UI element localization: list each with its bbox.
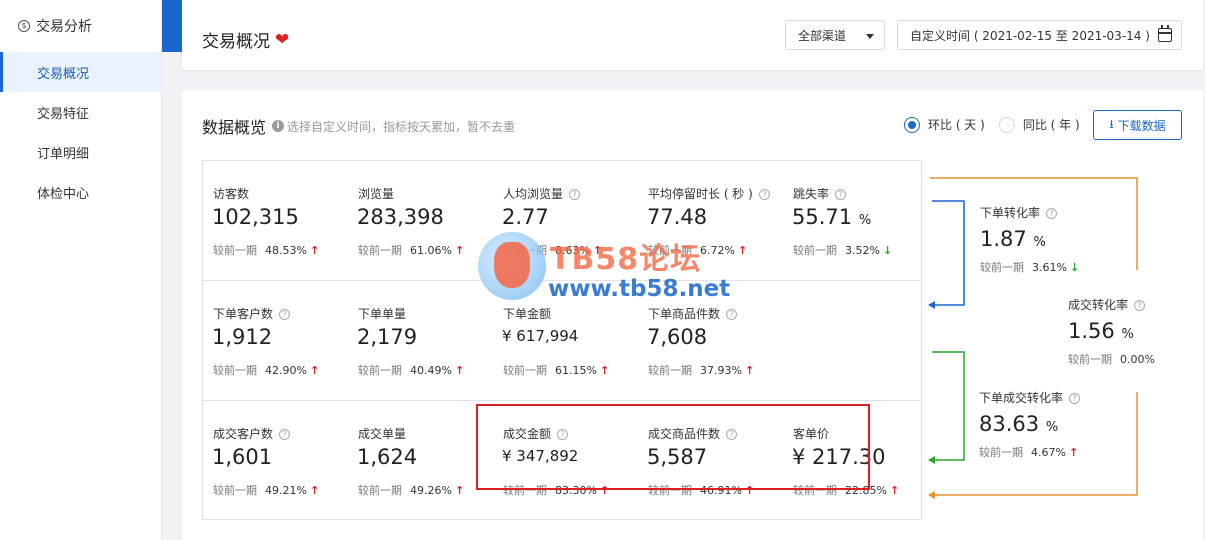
funnel-label: 下单转化率 <box>980 206 1041 220</box>
funnel-order-conversion: 下单转化率? 1.87 % 较前一期 3.61% ↓ <box>980 204 1079 275</box>
arrow-up-icon: ↑ <box>1068 446 1079 459</box>
funnel-unit: % <box>1121 327 1134 342</box>
compare-label: 较前一期 <box>1068 353 1112 366</box>
connector-orange-arrow <box>928 491 935 499</box>
connector-blue-arrow <box>928 301 935 309</box>
funnel-pct: 3.61% <box>1032 261 1067 274</box>
funnel-value: 1.87 <box>980 227 1027 251</box>
funnel-value: 1.56 <box>1068 319 1115 343</box>
funnel-order-deal-conversion: 下单成交转化率? 83.63 % 较前一期 4.67% ↑ <box>979 389 1081 460</box>
arrow-down-icon: ↓ <box>1069 261 1080 274</box>
funnel-pct: 0.00% <box>1120 353 1155 366</box>
compare-label: 较前一期 <box>979 446 1023 459</box>
connector-green-arrow <box>928 456 935 464</box>
funnel-unit: % <box>1045 420 1059 435</box>
funnel-value: 83.63 <box>979 412 1040 436</box>
connector-blue <box>932 200 965 306</box>
help-icon[interactable]: ? <box>1134 300 1146 311</box>
funnel-label: 成交转化率 <box>1068 298 1129 312</box>
funnel-label: 下单成交转化率 <box>979 391 1064 405</box>
funnel-unit: % <box>1033 235 1046 250</box>
help-icon[interactable]: ? <box>1069 393 1081 404</box>
funnel-deal-conversion: 成交转化率? 1.56 % 较前一期 0.00% <box>1068 296 1155 367</box>
connector-green <box>932 351 965 461</box>
help-icon[interactable]: ? <box>1046 208 1058 219</box>
compare-label: 较前一期 <box>980 261 1024 274</box>
highlight-box <box>476 404 870 490</box>
funnel-pct: 4.67% <box>1031 446 1066 459</box>
